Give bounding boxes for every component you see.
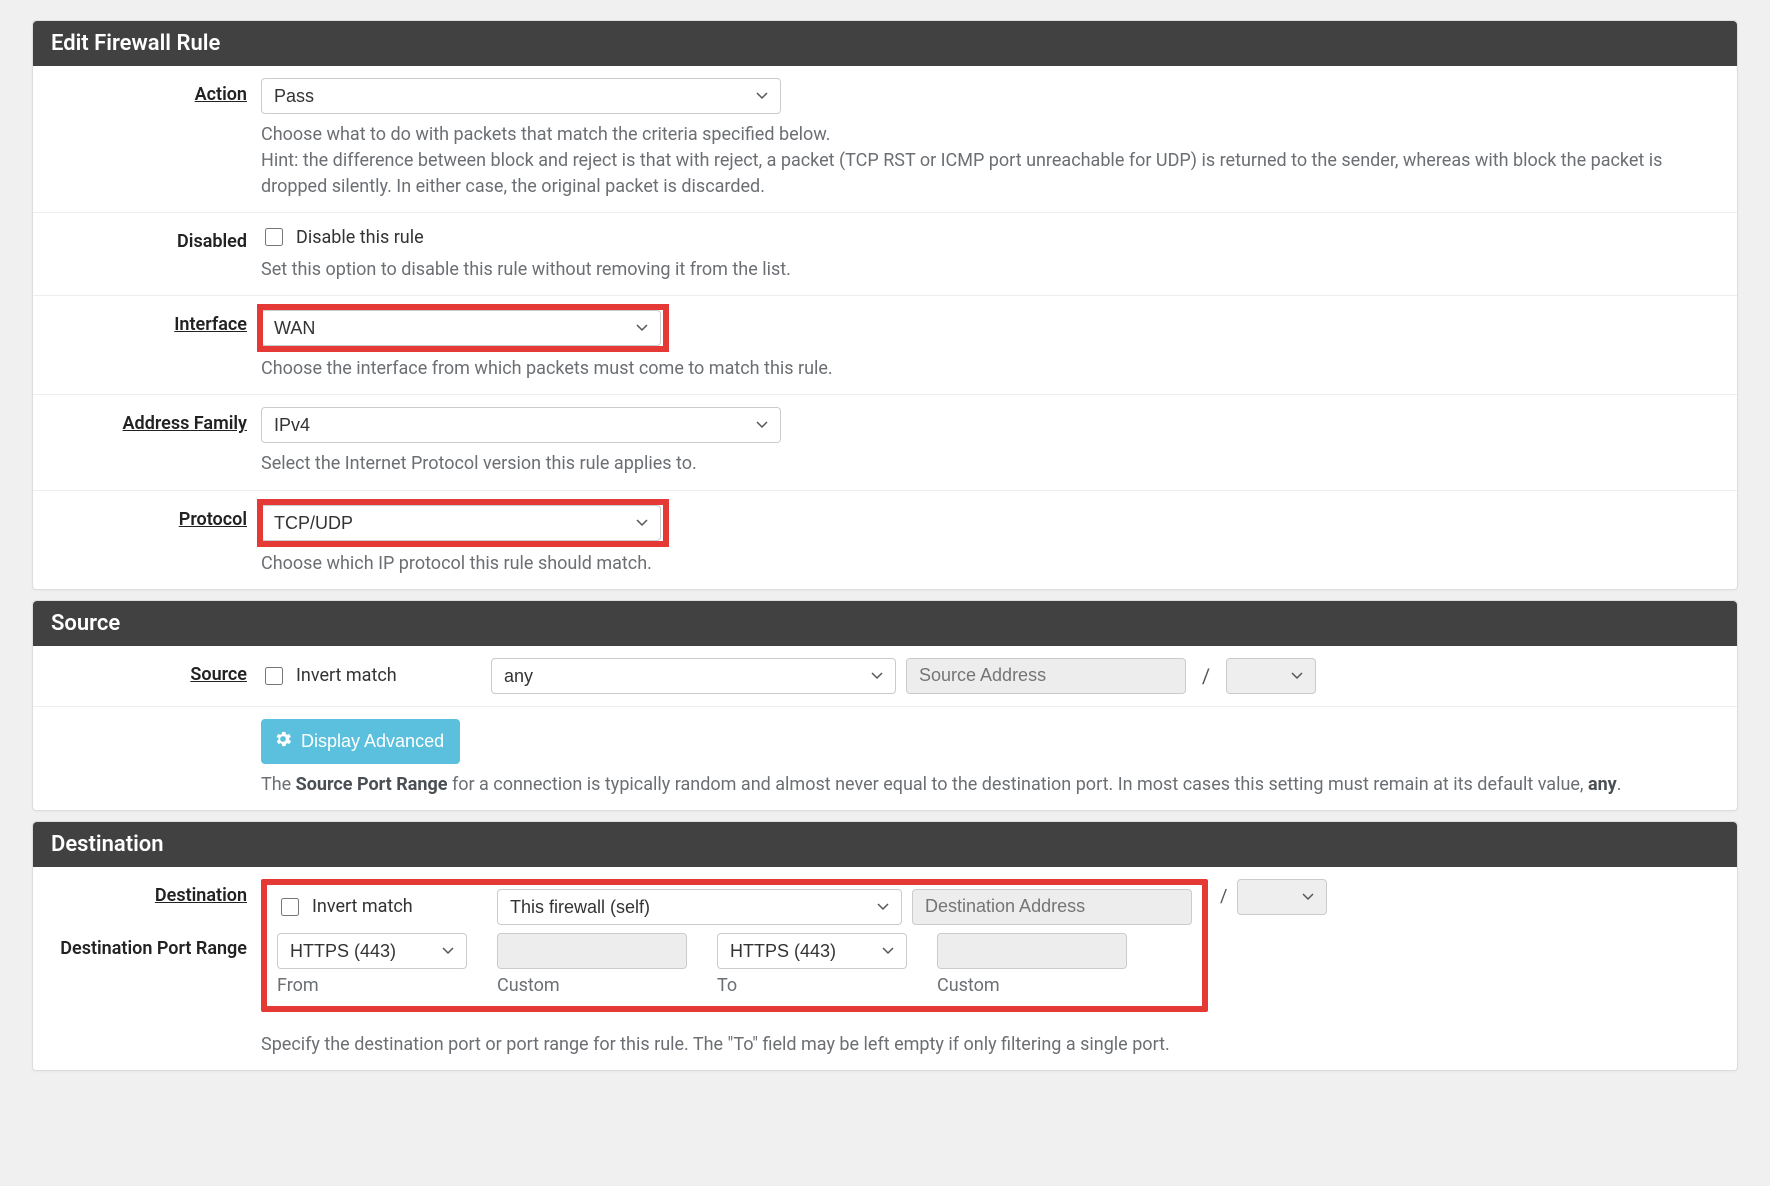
select-address-family[interactable]: IPv4 (261, 407, 781, 443)
panel-header-edit: Edit Firewall Rule (33, 21, 1737, 66)
select-destination-type[interactable]: This firewall (self) (497, 889, 902, 925)
label-source[interactable]: Source (51, 658, 261, 685)
label-interface[interactable]: Interface (51, 308, 261, 335)
select-destination-mask[interactable] (1237, 879, 1327, 915)
select-port-to[interactable]: HTTPS (443) (717, 933, 907, 969)
row-action: Action Pass Choose what to do with packe… (33, 66, 1737, 212)
label-destination[interactable]: Destination (51, 879, 261, 906)
input-destination-address[interactable] (912, 889, 1192, 925)
button-display-advanced-label: Display Advanced (301, 731, 444, 752)
select-port-from[interactable]: HTTPS (443) (277, 933, 467, 969)
gear-icon (273, 729, 293, 754)
panel-source: Source Source Invert match any / (32, 600, 1738, 811)
help-disabled: Set this option to disable this rule wit… (261, 257, 1719, 283)
label-dest-port-range: Destination Port Range (51, 938, 261, 959)
input-port-from-custom[interactable] (497, 933, 687, 969)
highlight-destination: Invert match This firewall (self) HTTPS … (261, 879, 1208, 1012)
help-interface: Choose the interface from which packets … (261, 356, 1719, 382)
label-disabled: Disabled (51, 225, 261, 252)
label-custom-from: Custom (497, 975, 687, 996)
row-dest-port-label: Destination Port Range Specify the desti… (33, 1024, 1737, 1070)
label-address-family[interactable]: Address Family (51, 407, 261, 434)
checkbox-label-disable: Disable this rule (296, 227, 424, 248)
label-source-invert: Invert match (296, 665, 397, 686)
row-address-family: Address Family IPv4 Select the Internet … (33, 394, 1737, 489)
slash-source: / (1196, 664, 1216, 688)
highlight-interface: WAN (261, 308, 665, 348)
row-destination: Destination Invert match This firewall (… (33, 867, 1737, 1024)
slash-destination: / (1220, 886, 1227, 907)
help-source-advanced: The Source Port Range for a connection i… (261, 772, 1719, 798)
row-protocol: Protocol TCP/UDP TCP/UDP Choose which IP… (33, 490, 1737, 589)
select-source-mask[interactable] (1226, 658, 1316, 694)
highlight-protocol: TCP/UDP (261, 503, 665, 543)
help-protocol: Choose which IP protocol this rule shoul… (261, 551, 1719, 577)
label-to: To (717, 975, 907, 996)
row-disabled: Disabled Disable this rule Set this opti… (33, 212, 1737, 295)
select-interface[interactable]: WAN (261, 310, 661, 346)
row-source: Source Invert match any / (33, 646, 1737, 706)
label-source-advanced-empty (51, 719, 261, 725)
select-protocol[interactable]: TCP/UDP (261, 505, 661, 541)
checkbox-source-invert[interactable] (265, 667, 283, 685)
help-dest-port-range: Specify the destination port or port ran… (261, 1032, 1719, 1058)
panel-destination: Destination Destination Invert match Thi… (32, 821, 1738, 1071)
button-display-advanced[interactable]: Display Advanced (261, 719, 460, 764)
input-port-to-custom[interactable] (937, 933, 1127, 969)
panel-header-destination: Destination (33, 822, 1737, 867)
input-source-address[interactable] (906, 658, 1186, 694)
checkbox-disable-rule[interactable] (265, 228, 283, 246)
help-address-family: Select the Internet Protocol version thi… (261, 451, 1719, 477)
label-from: From (277, 975, 467, 996)
label-protocol[interactable]: Protocol (51, 503, 261, 530)
row-source-advanced: Display Advanced The Source Port Range f… (33, 706, 1737, 810)
select-action[interactable]: Pass (261, 78, 781, 114)
label-custom-to: Custom (937, 975, 1127, 996)
label-destination-invert: Invert match (312, 896, 413, 917)
select-source-type[interactable]: any (491, 658, 896, 694)
label-action[interactable]: Action (51, 78, 261, 105)
row-interface: Interface WAN WAN Choose the interface f… (33, 295, 1737, 394)
panel-edit-firewall-rule: Edit Firewall Rule Action Pass Choose wh… (32, 20, 1738, 590)
help-action: Choose what to do with packets that matc… (261, 122, 1719, 200)
checkbox-destination-invert[interactable] (281, 898, 299, 916)
panel-header-source: Source (33, 601, 1737, 646)
